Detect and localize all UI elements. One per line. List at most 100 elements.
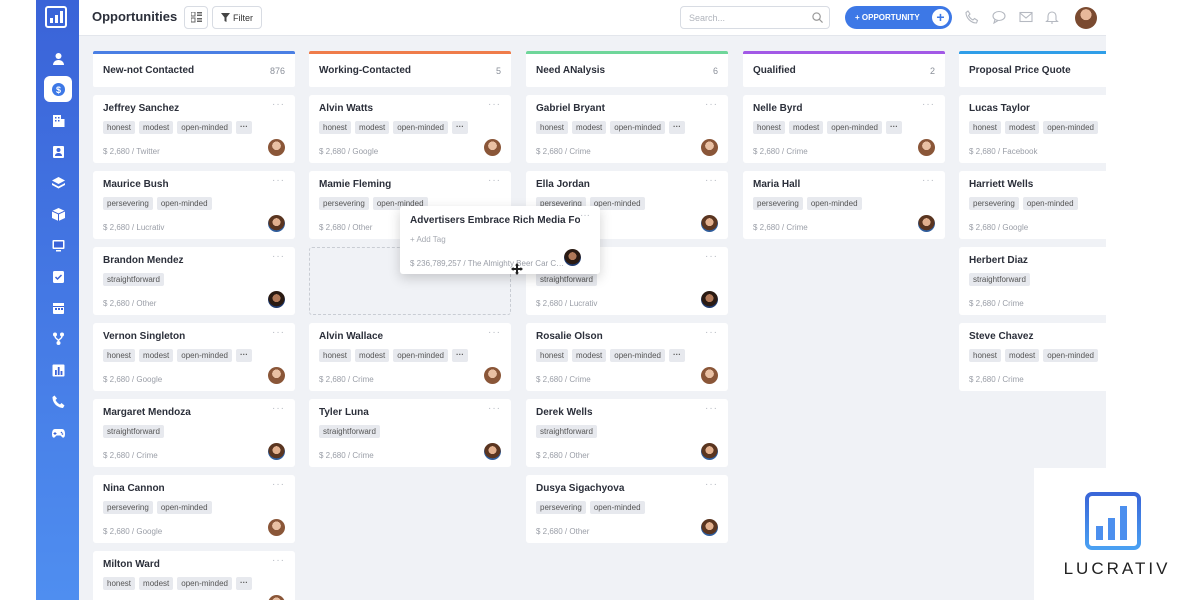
tag[interactable]: open-minded: [156, 501, 212, 514]
opportunity-card[interactable]: Brandon Mendez ··· straightforward $ 2,680 …: [93, 247, 295, 315]
more-options-icon[interactable]: ···: [272, 327, 285, 338]
add-opportunity-button[interactable]: + OPPORTUNITY +: [845, 6, 952, 29]
tag[interactable]: modest: [1005, 349, 1040, 362]
more-tags-button[interactable]: ···: [451, 349, 468, 362]
tag[interactable]: straightforward: [103, 425, 164, 438]
opportunity-card[interactable]: Herbert Diaz···straightforward$ 2,680 / …: [959, 247, 1106, 315]
more-options-icon[interactable]: ···: [272, 403, 285, 414]
tag[interactable]: open-minded: [1043, 349, 1098, 362]
sidebar-item-contact-card[interactable]: [44, 139, 72, 165]
column-header[interactable]: Proposal Price Quote: [959, 51, 1106, 87]
more-options-icon[interactable]: ···: [272, 479, 285, 490]
tag[interactable]: honest: [536, 121, 569, 134]
tag[interactable]: straightforward: [536, 425, 597, 438]
sidebar-item-bar-chart[interactable]: [44, 357, 72, 383]
tag[interactable]: straightforward: [969, 273, 1030, 286]
app-logo-icon[interactable]: [45, 6, 67, 28]
more-options-icon[interactable]: ···: [272, 251, 285, 262]
tag[interactable]: modest: [355, 121, 390, 134]
tag[interactable]: open-minded: [1022, 197, 1078, 210]
tag[interactable]: open-minded: [177, 349, 232, 362]
phone-icon[interactable]: [965, 10, 979, 24]
tag[interactable]: honest: [319, 121, 352, 134]
tag[interactable]: open-minded: [806, 197, 862, 210]
more-options-icon[interactable]: ···: [922, 99, 935, 110]
tag[interactable]: honest: [103, 577, 136, 590]
opportunity-card[interactable]: Nelle Byrd ··· honest modest open-minded ··· $…: [743, 95, 945, 163]
opportunity-card[interactable]: Maria Hall ··· persevering open-minded $ 2,6…: [743, 171, 945, 239]
sidebar-item-calendar[interactable]: [44, 295, 72, 321]
sidebar-item-task-check[interactable]: [44, 263, 72, 289]
more-options-icon[interactable]: ···: [488, 99, 501, 110]
opportunity-card[interactable]: Jeffrey Sanchez ··· honest modest open-minde…: [93, 95, 295, 163]
tag[interactable]: open-minded: [393, 121, 448, 134]
more-tags-button[interactable]: ···: [235, 349, 252, 362]
tag[interactable]: open-minded: [610, 121, 665, 134]
tag[interactable]: modest: [789, 121, 824, 134]
tag[interactable]: open-minded: [610, 349, 665, 362]
opportunity-card[interactable]: Alvin Wallace ··· honest modest open-minded ·…: [309, 323, 511, 391]
more-options-icon[interactable]: ···: [922, 175, 935, 186]
tag[interactable]: modest: [355, 349, 390, 362]
opportunity-card[interactable]: Derek Wells ··· straightforward $ 2,680 / O…: [526, 399, 728, 467]
dragged-opportunity-card[interactable]: Advertisers Embrace Rich Media Fo… ··· +…: [400, 206, 600, 274]
filter-button[interactable]: Filter: [212, 6, 262, 29]
view-toggle-button[interactable]: [184, 6, 208, 29]
sidebar-item-dollar[interactable]: $: [44, 76, 72, 103]
chat-icon[interactable]: [992, 10, 1006, 24]
tag[interactable]: open-minded: [589, 501, 645, 514]
opportunity-card[interactable]: Alvin Watts ··· honest modest open-minded ···…: [309, 95, 511, 163]
tag[interactable]: modest: [139, 577, 174, 590]
opportunity-card[interactable]: Steve Chavez···honestmodestopen-minded$ …: [959, 323, 1106, 391]
tag[interactable]: straightforward: [536, 273, 597, 286]
sidebar-item-box[interactable]: [44, 201, 72, 227]
more-tags-button[interactable]: ···: [885, 121, 902, 134]
sidebar-item-gamepad[interactable]: [44, 419, 72, 445]
sidebar-item-monitor[interactable]: [44, 232, 72, 258]
more-tags-button[interactable]: ···: [235, 577, 252, 590]
tag[interactable]: open-minded: [177, 577, 232, 590]
bell-icon[interactable]: [1045, 10, 1059, 24]
tag[interactable]: open-minded: [177, 121, 232, 134]
tag[interactable]: straightforward: [319, 425, 380, 438]
sidebar-item-branch[interactable]: [44, 326, 72, 352]
search-input[interactable]: Search...: [680, 6, 830, 29]
more-tags-button[interactable]: ···: [668, 121, 685, 134]
tag[interactable]: modest: [139, 121, 174, 134]
user-avatar[interactable]: [1075, 7, 1097, 29]
tag[interactable]: modest: [572, 349, 607, 362]
more-options-icon[interactable]: ···: [705, 403, 718, 414]
column-header[interactable]: Need ANalysis 6: [526, 51, 728, 87]
more-options-icon[interactable]: ···: [705, 327, 718, 338]
more-options-icon[interactable]: ···: [705, 479, 718, 490]
more-tags-button[interactable]: ···: [451, 121, 468, 134]
opportunity-card[interactable]: Dusya Sigachyova ··· persevering open-minde…: [526, 475, 728, 543]
more-options-icon[interactable]: ···: [272, 555, 285, 566]
tag[interactable]: persevering: [103, 501, 153, 514]
sidebar-item-building[interactable]: [44, 107, 72, 133]
more-options-icon[interactable]: ···: [272, 99, 285, 110]
more-options-icon[interactable]: ···: [705, 175, 718, 186]
mail-icon[interactable]: [1019, 10, 1033, 24]
opportunity-card[interactable]: Maurice Bush ··· persevering open-minded $ 2…: [93, 171, 295, 239]
tag[interactable]: open-minded: [156, 197, 212, 210]
opportunity-card[interactable]: Harriett Wells···perseveringopen-minded$…: [959, 171, 1106, 239]
tag[interactable]: honest: [969, 349, 1002, 362]
more-options-icon[interactable]: ···: [580, 210, 590, 221]
add-tag-link[interactable]: + Add Tag: [410, 235, 446, 244]
more-options-icon[interactable]: ···: [488, 175, 501, 186]
column-header[interactable]: New-not Contacted 876: [93, 51, 295, 87]
tag[interactable]: straightforward: [103, 273, 164, 286]
column-header[interactable]: Working-Contacted 5: [309, 51, 511, 87]
opportunity-card[interactable]: Nina Cannon ··· persevering open-minded $ 2,…: [93, 475, 295, 543]
opportunity-card[interactable]: Vernon Singleton ··· honest modest open-mind…: [93, 323, 295, 391]
tag[interactable]: open-minded: [827, 121, 882, 134]
more-options-icon[interactable]: ···: [488, 327, 501, 338]
tag[interactable]: open-minded: [1043, 121, 1098, 134]
more-options-icon[interactable]: ···: [705, 251, 718, 262]
tag[interactable]: honest: [103, 121, 136, 134]
opportunity-card[interactable]: Margaret Mendoza ··· straightforward $ 2,68…: [93, 399, 295, 467]
column-header[interactable]: Qualified 2: [743, 51, 945, 87]
tag[interactable]: honest: [103, 349, 136, 362]
tag[interactable]: persevering: [969, 197, 1019, 210]
